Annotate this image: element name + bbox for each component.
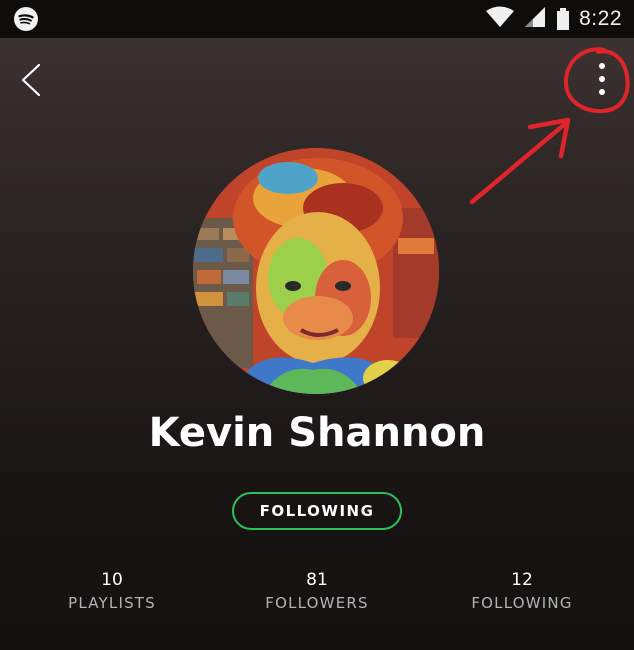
status-icons: 8:22 xyxy=(485,6,622,32)
profile-name: Kevin Shannon xyxy=(148,410,486,456)
battery-icon xyxy=(555,7,571,31)
stat-followers-label: FOLLOWERS xyxy=(265,594,369,612)
status-bar: 8:22 xyxy=(0,0,634,38)
stat-followers-count: 81 xyxy=(306,570,328,590)
stat-following-label: FOLLOWING xyxy=(471,594,573,612)
annotation-arrow xyxy=(469,117,571,205)
profile-avatar xyxy=(193,148,439,394)
spotify-notification-icon xyxy=(14,7,38,31)
stat-playlists[interactable]: 10 PLAYLISTS xyxy=(22,570,202,612)
stat-playlists-label: PLAYLISTS xyxy=(68,594,156,612)
profile-screen: 8:22 Kevin Shannon FOLLOWING 10 PLAYLIST… xyxy=(0,0,634,650)
back-button[interactable] xyxy=(14,60,48,100)
chevron-left-icon xyxy=(21,63,41,97)
wifi-icon xyxy=(485,6,515,33)
more-vertical-icon xyxy=(599,63,605,95)
profile-stats: 10 PLAYLISTS 81 FOLLOWERS 12 FOLLOWING xyxy=(0,570,634,620)
following-button[interactable]: FOLLOWING xyxy=(232,492,402,530)
stat-playlists-count: 10 xyxy=(101,570,123,590)
cell-signal-icon xyxy=(523,6,547,33)
stat-following[interactable]: 12 FOLLOWING xyxy=(432,570,612,612)
stat-followers[interactable]: 81 FOLLOWERS xyxy=(227,570,407,612)
stat-following-count: 12 xyxy=(511,570,533,590)
more-options-button[interactable] xyxy=(584,56,620,102)
status-time: 8:22 xyxy=(579,7,622,30)
